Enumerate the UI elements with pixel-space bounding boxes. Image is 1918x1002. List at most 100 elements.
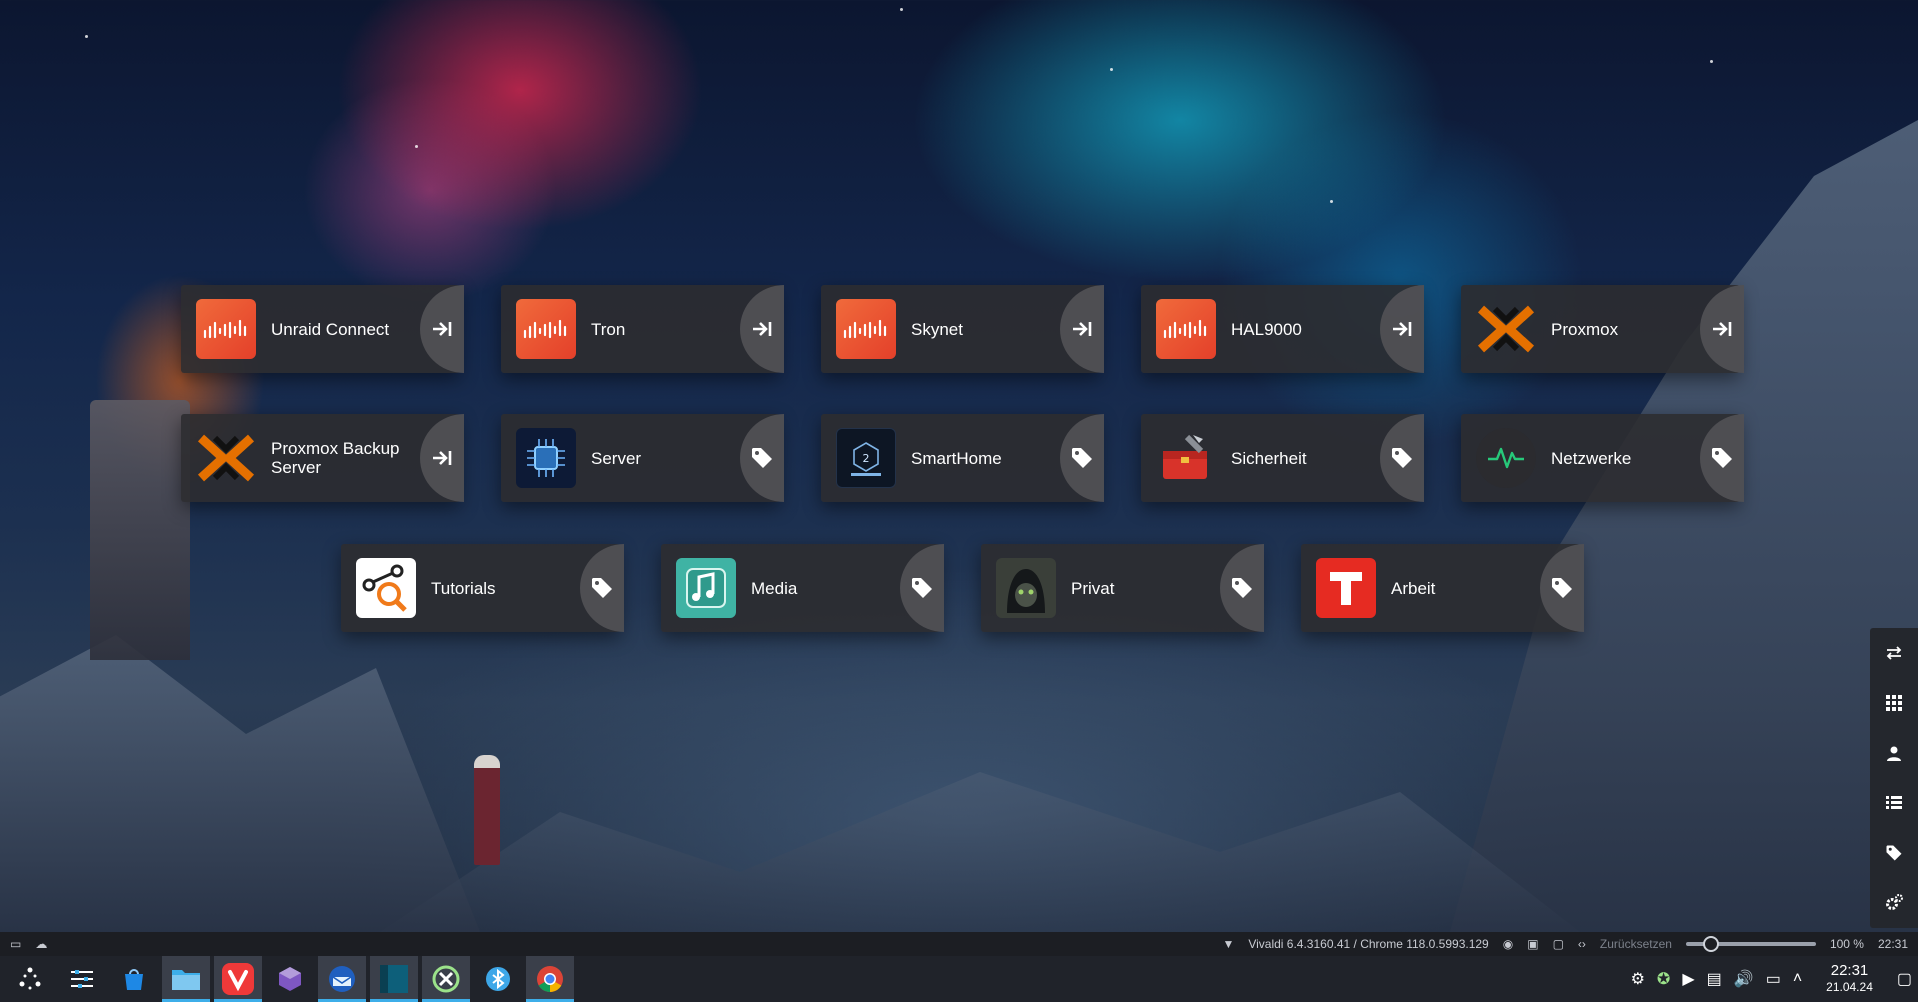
xnview-tray-icon[interactable]: ✪ <box>1657 969 1670 989</box>
dial-label: Tutorials <box>431 578 496 598</box>
unraid-logo-icon <box>196 299 256 359</box>
dial-label: Server <box>591 448 642 468</box>
speed-dial-proxmox[interactable]: Proxmox <box>1461 285 1744 373</box>
dial-label: Arbeit <box>1391 578 1436 598</box>
bluetooth-icon[interactable] <box>474 956 522 1002</box>
speed-dial-sicherheit[interactable]: Sicherheit <box>1141 414 1424 502</box>
zoom-slider-knob[interactable] <box>1703 936 1720 952</box>
tag-icon[interactable] <box>1380 414 1424 502</box>
mountain-left <box>0 635 480 932</box>
page-tiling-icon[interactable]: ▢ <box>1553 937 1564 951</box>
open-link-icon[interactable] <box>740 285 784 373</box>
svg-text:2: 2 <box>863 452 870 465</box>
vivaldi-icon[interactable] <box>214 956 262 1002</box>
capture-icon[interactable]: ◉ <box>1503 937 1513 951</box>
speed-dial-server[interactable]: Server <box>501 414 784 502</box>
tag-icon[interactable] <box>1876 835 1912 871</box>
chevron-up-icon[interactable]: ˄ <box>1793 970 1802 988</box>
list-icon[interactable] <box>1876 785 1912 821</box>
terminal-icon[interactable] <box>370 956 418 1002</box>
status-clock: 22:31 <box>1877 937 1908 951</box>
speed-dial-tron[interactable]: Tron <box>501 285 784 373</box>
open-link-icon[interactable] <box>420 414 464 502</box>
star <box>1110 68 1113 71</box>
pulse-image-icon <box>1476 428 1536 488</box>
star <box>415 145 418 148</box>
open-link-icon[interactable] <box>1380 285 1424 373</box>
zoom-slider[interactable] <box>1685 936 1816 952</box>
sync-icon[interactable] <box>1876 635 1912 671</box>
panel-toggle-icon[interactable]: ▭ <box>10 937 21 951</box>
settings-icon[interactable] <box>58 956 106 1002</box>
clock-date: 21.04.24 <box>1826 980 1873 994</box>
open-link-icon[interactable] <box>1060 285 1104 373</box>
dial-label: Proxmox Backup Server <box>271 439 400 477</box>
speed-dial-arbeit[interactable]: Arbeit <box>1301 544 1584 632</box>
tag-icon[interactable] <box>1700 414 1744 502</box>
xnview-icon[interactable] <box>422 956 470 1002</box>
network-icon[interactable]: ▭ <box>1766 969 1781 989</box>
taskbar-clock[interactable]: 22:31 21.04.24 <box>1826 963 1873 995</box>
vivaldi-small-icon: ▼ <box>1222 937 1235 951</box>
image-toggle-icon[interactable]: ▣ <box>1527 937 1538 951</box>
thunderbird-icon[interactable] <box>318 956 366 1002</box>
proxmox-logo-icon <box>1476 299 1536 359</box>
music-image-icon <box>676 558 736 618</box>
speed-dial-netzwerke[interactable]: Netzwerke <box>1461 414 1744 502</box>
speed-dial-unraid-connect[interactable]: Unraid Connect <box>181 285 464 373</box>
open-link-icon[interactable] <box>1700 285 1744 373</box>
unraid-logo-icon <box>1156 299 1216 359</box>
speed-dial-hal9000[interactable]: HAL9000 <box>1141 285 1424 373</box>
speed-dial-skynet[interactable]: Skynet <box>821 285 1104 373</box>
speed-dial-media[interactable]: Media <box>661 544 944 632</box>
speed-dial-tutorials[interactable]: Tutorials <box>341 544 624 632</box>
star <box>1710 60 1713 63</box>
launcher-icon[interactable] <box>6 956 54 1002</box>
file-manager-icon[interactable] <box>162 956 210 1002</box>
show-desktop-icon[interactable]: ▢ <box>1897 969 1912 989</box>
user-icon[interactable] <box>1876 735 1912 771</box>
page-actions-icon[interactable]: ‹› <box>1578 937 1586 951</box>
speed-dial-proxmox-backup-server[interactable]: Proxmox Backup Server <box>181 414 464 502</box>
tag-icon[interactable] <box>1060 414 1104 502</box>
dial-label: Privat <box>1071 578 1115 598</box>
speed-dial-smarthome[interactable]: 2 SmartHome <box>821 414 1104 502</box>
side-panel <box>1870 628 1918 928</box>
tag-icon[interactable] <box>900 544 944 632</box>
hooded-cat-image-icon <box>996 558 1056 618</box>
zoom-reset-button[interactable]: Zurücksetzen <box>1600 937 1672 951</box>
tag-icon[interactable] <box>740 414 784 502</box>
chip-image-icon <box>516 428 576 488</box>
dial-label: SmartHome <box>911 448 1002 468</box>
mountain-right <box>1450 92 1918 932</box>
tag-icon[interactable] <box>580 544 624 632</box>
settings-icon[interactable] <box>1876 885 1912 921</box>
notification-icon[interactable]: ⚙ <box>1631 969 1645 989</box>
standing-figure <box>474 755 500 865</box>
star <box>900 8 903 11</box>
copilot-icon[interactable] <box>266 956 314 1002</box>
dial-label: Unraid Connect <box>271 319 390 339</box>
tag-icon[interactable] <box>1540 544 1584 632</box>
toolbox-image-icon <box>1156 428 1216 488</box>
clipboard-icon[interactable]: ▤ <box>1707 969 1722 989</box>
dial-label: Skynet <box>911 319 963 339</box>
dial-label: Proxmox <box>1551 319 1619 339</box>
grid-icon[interactable] <box>1876 685 1912 721</box>
star <box>85 35 88 38</box>
unraid-logo-icon <box>516 299 576 359</box>
store-icon[interactable] <box>110 956 158 1002</box>
chrome-icon[interactable] <box>526 956 574 1002</box>
speed-dial-privat[interactable]: Privat <box>981 544 1264 632</box>
dial-label: Netzwerke <box>1551 448 1632 468</box>
cloud-sync-icon[interactable]: ☁ <box>35 937 47 951</box>
technik-image-icon: 2 <box>836 428 896 488</box>
tag-icon[interactable] <box>1220 544 1264 632</box>
dial-label: Sicherheit <box>1231 448 1307 468</box>
volume-icon[interactable]: 🔊 <box>1734 969 1754 989</box>
ruined-tower <box>90 400 190 660</box>
star <box>1330 200 1333 203</box>
letter-t-image-icon <box>1316 558 1376 618</box>
open-link-icon[interactable] <box>420 285 464 373</box>
media-player-icon[interactable]: ▶ <box>1682 969 1694 989</box>
